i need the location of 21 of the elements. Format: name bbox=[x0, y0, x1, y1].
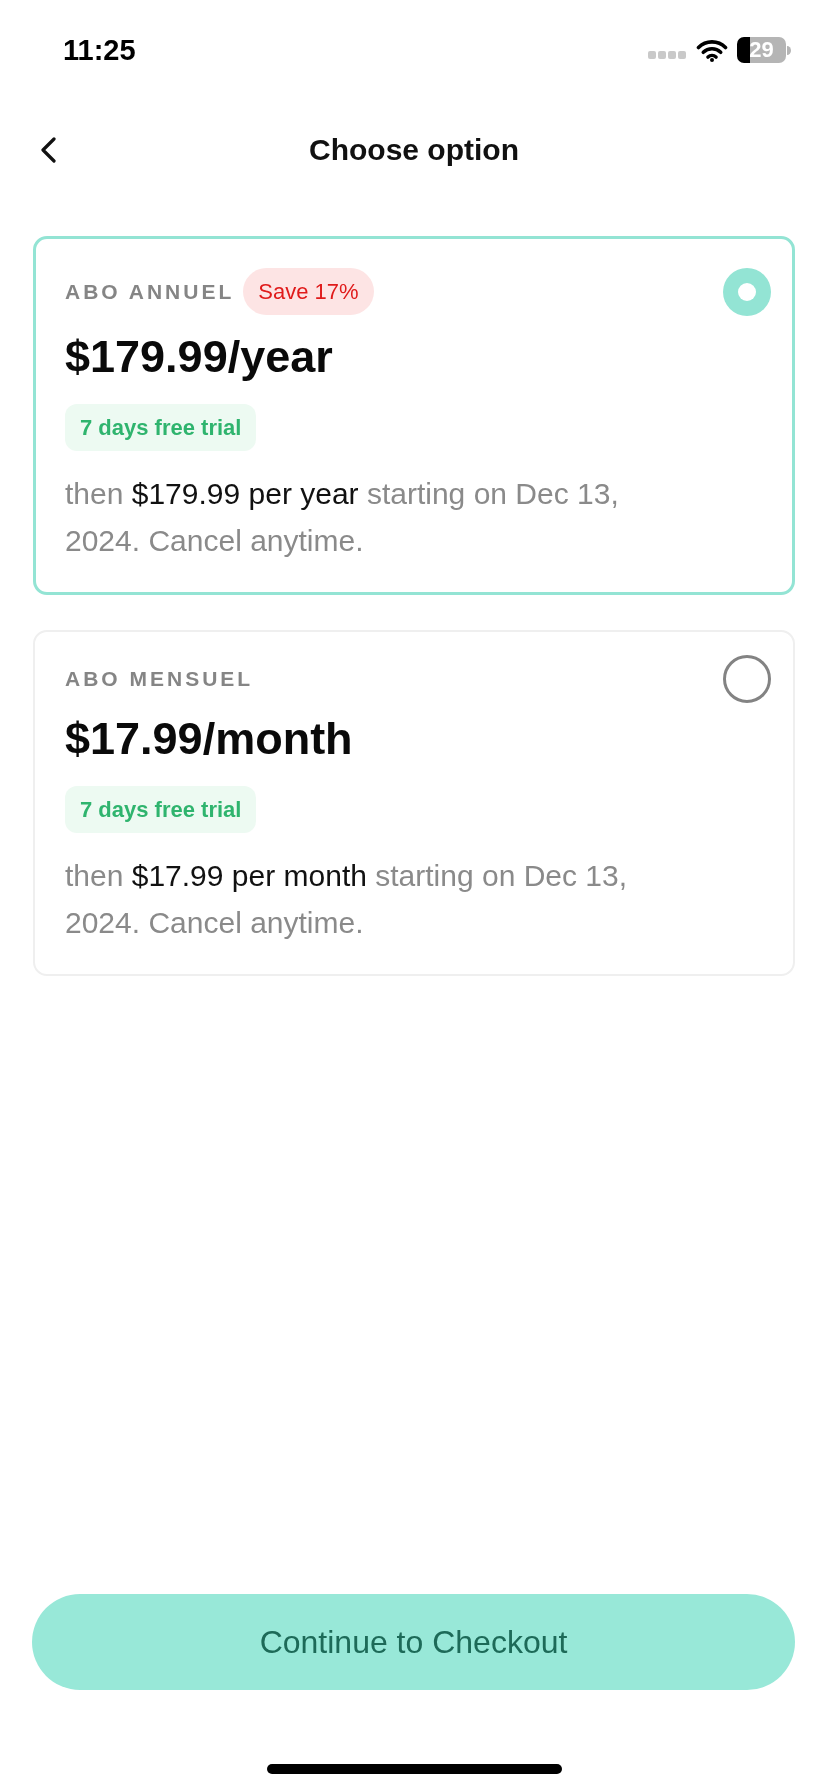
plan-card[interactable]: ABO ANNUEL Save 17% $179.99/year 7 days free trial then $179.99 per year starting on Dec 13, 2024. Cancel anytime. bbox=[33, 236, 795, 595]
trial-badge: 7 days free trial bbox=[65, 404, 257, 451]
trial-badge: 7 days free trial bbox=[65, 786, 257, 833]
plan-description: then $179.99 per year starting on Dec 13, 2024. Cancel anytime. bbox=[65, 476, 620, 559]
page-title: Choose option bbox=[309, 133, 519, 167]
plan-price: $179.99/year bbox=[65, 333, 334, 381]
plan-price: $17.99/month bbox=[65, 715, 354, 763]
plan-description: then $17.99 per month starting on Dec 13, 2024. Cancel anytime. bbox=[65, 858, 629, 941]
signal-icon bbox=[648, 51, 686, 59]
status-time: 11:25 bbox=[63, 33, 136, 67]
battery-indicator: 29 bbox=[737, 37, 786, 63]
plan-card[interactable]: ABO MENSUEL $17.99/month 7 days free trial then $17.99 per month starting on Dec 13, 2024. Cancel anytime. bbox=[33, 630, 795, 976]
wifi-icon bbox=[696, 38, 728, 62]
discount-badge: Save 17% bbox=[243, 268, 374, 315]
radio-button[interactable] bbox=[723, 655, 771, 703]
plan-name: ABO ANNUEL bbox=[65, 279, 235, 304]
battery-cap-icon bbox=[787, 45, 791, 55]
checkout-button[interactable]: Continue to Checkout bbox=[32, 1594, 795, 1690]
plan-name: ABO MENSUEL bbox=[65, 667, 254, 691]
radio-button[interactable] bbox=[723, 267, 771, 316]
back-icon[interactable] bbox=[40, 137, 56, 163]
